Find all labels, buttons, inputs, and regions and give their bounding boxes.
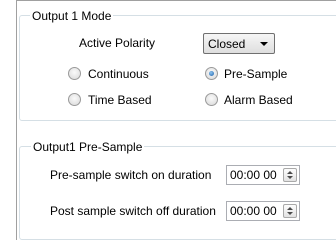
spin-down-icon[interactable]	[287, 212, 293, 215]
chevron-down-icon[interactable]	[260, 42, 268, 46]
radio-continuous-label[interactable]: Continuous	[88, 67, 149, 81]
pre-sample-title: Output1 Pre-Sample	[31, 140, 145, 154]
pre-sample-on-duration-label: Pre-sample switch on duration	[50, 168, 212, 182]
output-mode-title: Output 1 Mode	[30, 9, 114, 23]
active-polarity-dropdown[interactable]: Closed	[203, 33, 275, 54]
post-sample-off-duration-spinner[interactable]: 00:00 00	[226, 201, 300, 221]
pre-sample-on-duration-value[interactable]: 00:00 00	[230, 168, 277, 182]
radio-pre-sample[interactable]	[205, 67, 218, 80]
radio-time-based[interactable]	[68, 93, 81, 106]
spin-updown-icon[interactable]	[283, 168, 297, 182]
spin-down-icon[interactable]	[287, 176, 293, 179]
radio-alarm-based-label[interactable]: Alarm Based	[224, 93, 293, 107]
spin-up-icon[interactable]	[287, 207, 293, 210]
radio-alarm-based[interactable]	[205, 93, 218, 106]
spin-updown-icon[interactable]	[283, 204, 297, 218]
active-polarity-label: Active Polarity	[79, 36, 156, 50]
radio-pre-sample-label[interactable]: Pre-Sample	[224, 67, 287, 81]
spin-up-icon[interactable]	[287, 171, 293, 174]
pre-sample-on-duration-spinner[interactable]: 00:00 00	[226, 165, 300, 185]
post-sample-off-duration-value[interactable]: 00:00 00	[230, 204, 277, 218]
pre-sample-group	[19, 146, 336, 240]
radio-continuous[interactable]	[68, 67, 81, 80]
active-polarity-value: Closed	[208, 37, 246, 51]
radio-time-based-label[interactable]: Time Based	[88, 93, 152, 107]
post-sample-off-duration-label: Post sample switch off duration	[50, 204, 216, 218]
